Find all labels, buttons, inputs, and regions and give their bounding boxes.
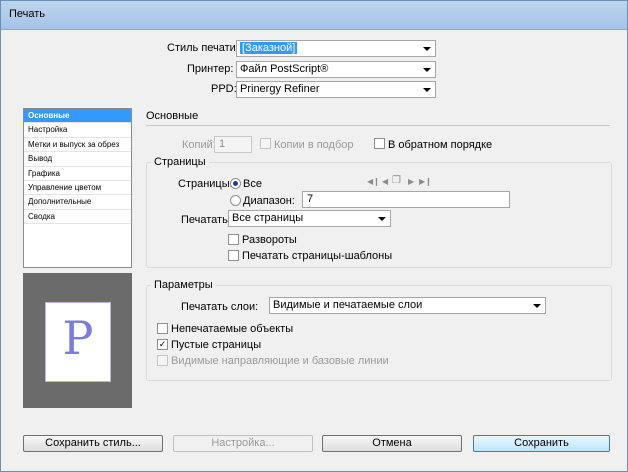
blank-pages-label: Пустые страницы: [171, 339, 262, 351]
chevron-down-icon: [378, 217, 386, 221]
print-style-label: Стиль печати:: [167, 42, 239, 54]
setup-button[interactable]: Настройка...: [173, 435, 313, 452]
printer-select[interactable]: Файл PostScript®: [236, 61, 436, 78]
prev-page-icon[interactable]: ◀: [382, 177, 388, 186]
chevron-down-icon: [423, 88, 431, 92]
ppd-label: PPD:: [211, 83, 237, 95]
next-page-icon[interactable]: ▶: [408, 177, 414, 186]
range-input[interactable]: 7: [302, 191, 510, 208]
all-pages-label: Все: [243, 178, 262, 190]
print-style-select[interactable]: [Заказной]: [236, 40, 436, 57]
master-pages-label: Печатать страницы-шаблоны: [242, 250, 393, 262]
sidebar-item-general[interactable]: Основные: [24, 109, 131, 124]
all-pages-radio[interactable]: [230, 178, 241, 189]
print-layers-label: Печатать слои:: [181, 301, 259, 313]
sidebar-item-summary[interactable]: Сводка: [24, 210, 131, 225]
copies-input[interactable]: 1: [214, 136, 252, 153]
range-label: Диапазон:: [243, 195, 295, 207]
preview-letter: P: [62, 311, 94, 365]
preview-page: P: [45, 302, 111, 382]
print-pages-select[interactable]: Все страницы: [228, 210, 391, 227]
print-style-value: [Заказной]: [240, 42, 298, 54]
last-page-icon[interactable]: ▶❙: [419, 177, 432, 186]
print-layers-value: Видимые и печатаемые слои: [273, 299, 423, 311]
options-group-title: Параметры: [151, 279, 216, 291]
sidebar-item-graphics[interactable]: Графика: [24, 167, 131, 181]
sidebar-item-advanced[interactable]: Дополнительные: [24, 195, 131, 210]
collate-checkbox[interactable]: [260, 138, 271, 149]
blank-pages-checkbox[interactable]: ✓: [157, 339, 168, 350]
chevron-down-icon: [423, 68, 431, 72]
range-radio[interactable]: [230, 195, 241, 206]
first-page-icon[interactable]: ◀❙: [367, 177, 380, 186]
print-dialog: Печать Стиль печати: [Заказной] Принтер:…: [0, 0, 628, 472]
cancel-button[interactable]: Отмена: [322, 435, 462, 452]
category-list: Основные Настройка Метки и выпуск за обр…: [23, 108, 132, 268]
chevron-down-icon: [533, 304, 541, 308]
printer-value: Файл PostScript®: [240, 63, 329, 75]
window-title: Печать: [9, 8, 46, 20]
print-pages-value: Все страницы: [232, 212, 304, 224]
collate-label: Копии в подбор: [274, 139, 354, 151]
pages-label: Страницы:: [178, 178, 233, 190]
pages-icon: ❐: [392, 175, 401, 186]
print-pages-label: Печатать:: [181, 214, 231, 226]
sidebar-item-color-management[interactable]: Управление цветом: [24, 181, 131, 196]
save-button[interactable]: Сохранить: [473, 435, 610, 452]
nonprinting-objects-checkbox[interactable]: [157, 323, 168, 334]
spreads-checkbox[interactable]: [228, 234, 239, 245]
nonprinting-objects-label: Непечатаемые объекты: [171, 323, 294, 335]
section-title: Основные: [146, 110, 199, 122]
section-divider: [146, 125, 610, 126]
pages-group-title: Страницы: [151, 156, 209, 168]
guides-checkbox[interactable]: [157, 355, 168, 366]
chevron-down-icon: [423, 47, 431, 51]
ppd-value: Prinergy Refiner: [240, 83, 320, 95]
reverse-order-label: В обратном порядке: [388, 139, 493, 151]
save-style-button[interactable]: Сохранить стиль...: [23, 435, 163, 452]
guides-label: Видимые направляющие и базовые линии: [171, 355, 389, 367]
title-bar: Печать: [1, 1, 627, 30]
spreads-label: Развороты: [242, 234, 297, 246]
reverse-order-checkbox[interactable]: [374, 138, 385, 149]
printer-label: Принтер:: [187, 63, 234, 75]
master-pages-checkbox[interactable]: [228, 250, 239, 261]
copies-label: Копий:: [182, 139, 216, 151]
page-preview: P: [23, 273, 132, 408]
ppd-select[interactable]: Prinergy Refiner: [236, 81, 436, 98]
sidebar-item-output[interactable]: Вывод: [24, 152, 131, 167]
print-layers-select[interactable]: Видимые и печатаемые слои: [269, 297, 546, 314]
sidebar-item-setup[interactable]: Настройка: [24, 123, 131, 138]
sidebar-item-marks-bleed[interactable]: Метки и выпуск за обрез: [24, 138, 131, 153]
